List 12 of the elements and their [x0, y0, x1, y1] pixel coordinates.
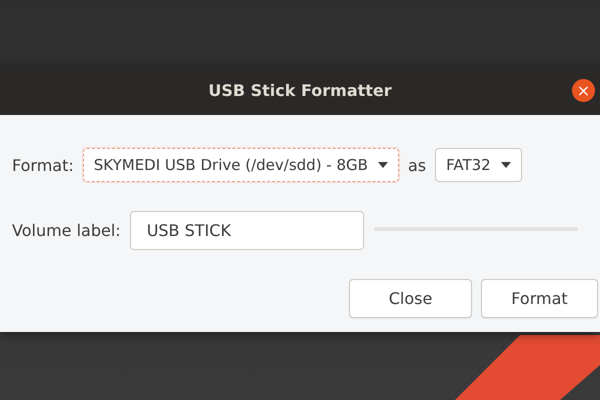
volume-label-field[interactable]: USB STICK	[130, 211, 364, 250]
as-label: as	[408, 156, 426, 174]
window-title: USB Stick Formatter	[208, 81, 392, 100]
device-dropdown[interactable]: SKYMEDI USB Drive (/dev/sdd) - 8GB	[82, 148, 399, 182]
dialog-button[interactable]: Close	[349, 279, 472, 318]
filesystem-dropdown[interactable]: FAT32	[435, 148, 522, 182]
dialog-button[interactable]: Format	[481, 279, 598, 318]
format-label: Format:	[12, 156, 74, 174]
caret-icon	[500, 162, 511, 168]
volume-label: Volume label:	[12, 221, 121, 240]
close-icon[interactable]: ×	[572, 79, 595, 102]
caret-icon	[378, 162, 388, 168]
